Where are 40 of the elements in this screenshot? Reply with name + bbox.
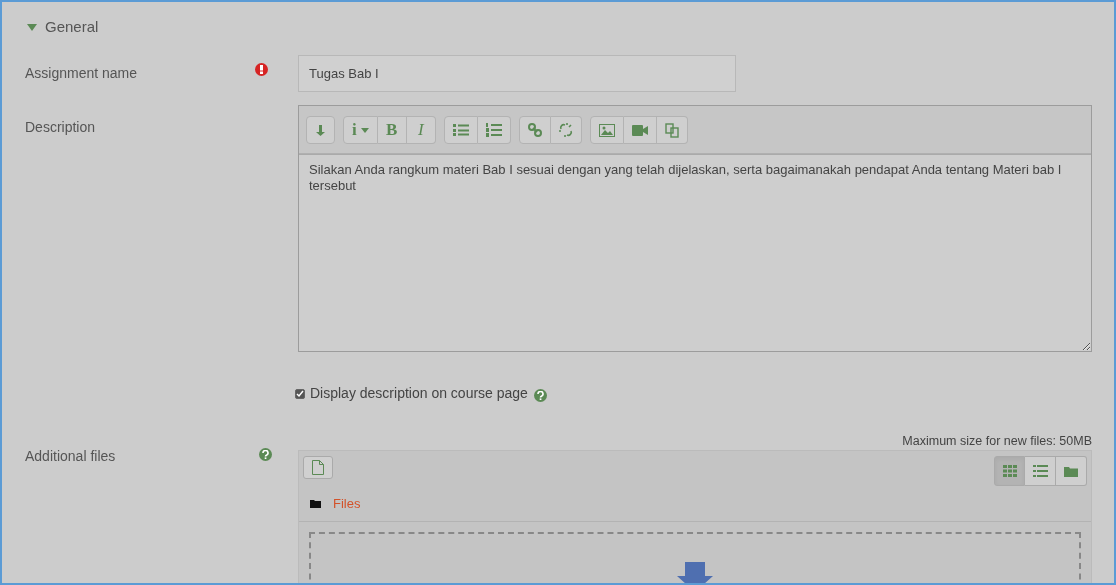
format-button[interactable]: i <box>343 116 378 144</box>
checkbox-label[interactable]: Display description on course page <box>310 383 528 404</box>
field-label: Assignment name <box>25 64 139 83</box>
grid-view-icon <box>1002 465 1017 477</box>
field-label: Additional files <box>25 447 117 466</box>
view-toggle[interactable] <box>994 456 1025 486</box>
toolbar-button[interactable] <box>589 116 624 144</box>
view-toggle[interactable] <box>1025 456 1056 486</box>
description-field[interactable]: Silakan Anda rangkum materi Bab I sesuai dengan yang telah dijelaskan, serta bagaimanakah pendapat Anda tentang Materi bab I tersebut <box>299 154 1091 351</box>
max-size-text: Maximum size for new files: 50MB <box>901 433 1092 450</box>
toolbar-button[interactable] <box>443 116 478 144</box>
bullet-list-icon <box>452 124 469 136</box>
image-icon <box>598 123 615 137</box>
unlink-icon <box>558 123 573 137</box>
toolbar-button[interactable] <box>518 116 551 144</box>
folder-icon <box>1064 465 1078 477</box>
help-icon[interactable] <box>259 448 272 461</box>
add-file-button[interactable] <box>303 456 333 479</box>
list-view-icon <box>1032 465 1048 477</box>
document-icon <box>312 460 324 475</box>
format-button[interactable]: I <box>406 116 436 144</box>
section-title[interactable]: General <box>45 15 99 39</box>
checkbox[interactable] <box>295 388 305 399</box>
expand-triangle-icon[interactable] <box>27 23 37 31</box>
toolbar-button[interactable] <box>656 116 688 144</box>
toolbar-button[interactable] <box>623 116 657 144</box>
assignment-name-field[interactable]: Tugas Bab I <box>298 55 736 92</box>
numbered-list-icon <box>485 123 502 137</box>
view-toggle[interactable] <box>1056 456 1087 486</box>
help-icon[interactable] <box>533 388 547 402</box>
copy-icon <box>664 122 679 138</box>
toolbar-button[interactable] <box>477 116 511 144</box>
video-camera-icon <box>631 124 648 136</box>
toolbar-button[interactable] <box>306 116 335 144</box>
field-label: Description <box>25 118 96 137</box>
arrow-down-icon <box>315 124 326 136</box>
format-button[interactable]: B <box>377 116 407 144</box>
toolbar-button[interactable] <box>550 116 582 144</box>
link-icon <box>527 123 542 137</box>
folder-icon <box>310 500 321 508</box>
